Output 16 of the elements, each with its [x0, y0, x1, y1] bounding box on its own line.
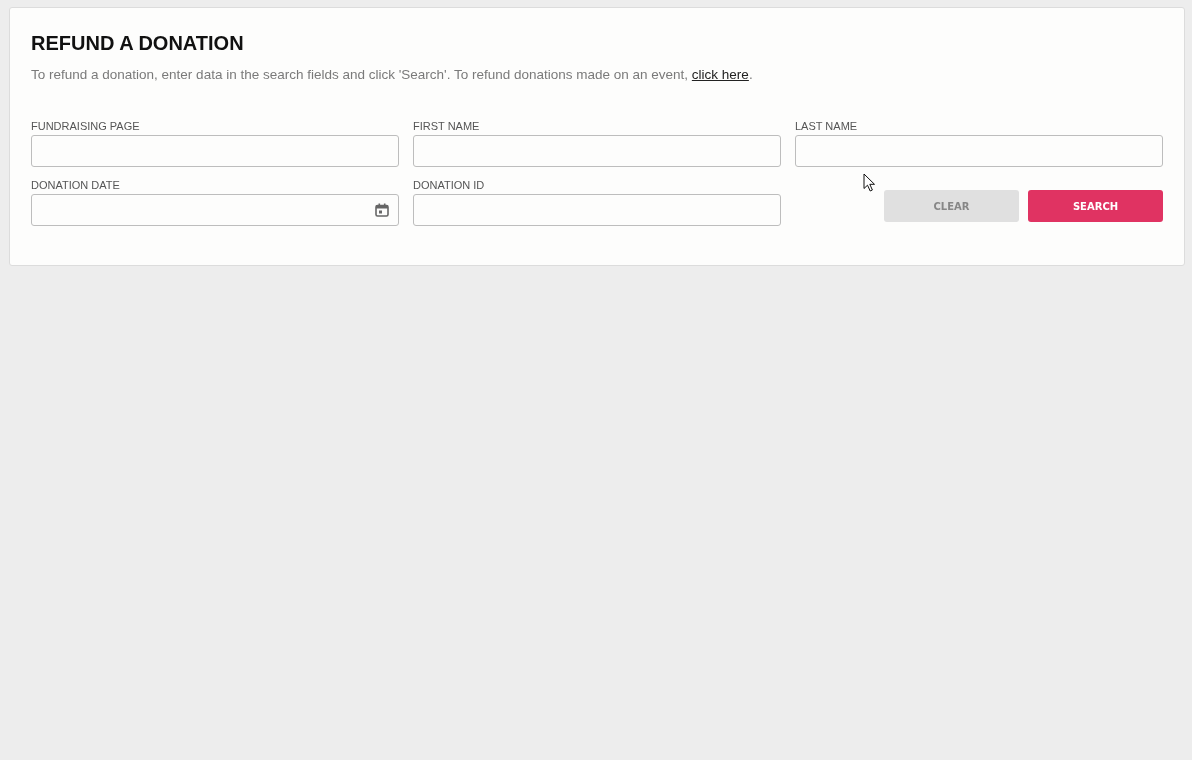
- input-field[interactable]: [413, 194, 781, 226]
- field-label: FIRST NAME: [413, 119, 480, 133]
- field-label: LAST NAME: [795, 119, 858, 133]
- panel-title: REFUND A DONATION: [31, 31, 245, 55]
- field-label: DONATION DATE: [31, 178, 120, 192]
- input-field[interactable]: [413, 135, 781, 167]
- calendar-icon[interactable]: [375, 203, 389, 217]
- mouse-pointer-icon: [863, 173, 876, 192]
- panel-description: To refund a donation, enter data in the search fields and click 'Search'. To refund donations made on an event, click here.: [31, 66, 754, 84]
- date-field[interactable]: [31, 194, 399, 226]
- click-here-link[interactable]: click here: [691, 67, 749, 82]
- field-label: DONATION ID: [413, 178, 485, 192]
- input-field[interactable]: [31, 135, 399, 167]
- input-field[interactable]: [795, 135, 1163, 167]
- search-button[interactable]: SEARCH: [1028, 190, 1163, 222]
- field-label: FUNDRAISING PAGE: [31, 119, 140, 133]
